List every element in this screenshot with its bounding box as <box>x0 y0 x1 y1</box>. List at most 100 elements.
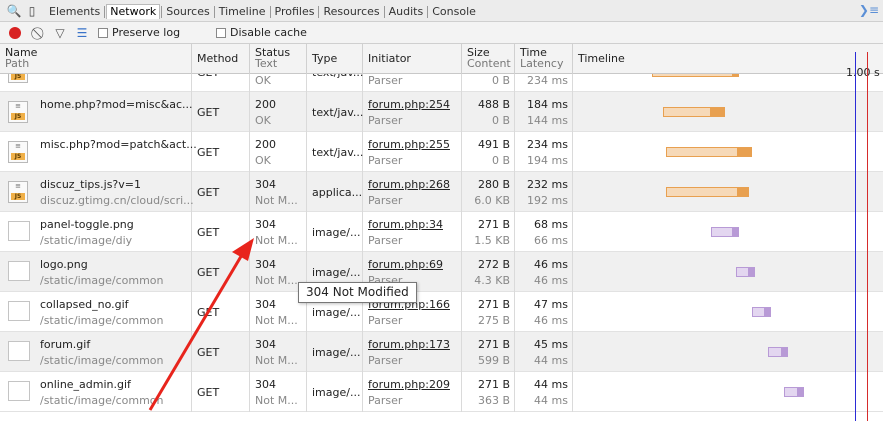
initiator-link[interactable]: forum.php:255 <box>368 138 450 151</box>
record-icon[interactable] <box>9 27 21 39</box>
timeline-waiting-bar[interactable] <box>735 267 750 277</box>
tab-audits[interactable]: Audits <box>386 5 427 19</box>
initiator-link[interactable]: forum.php:268 <box>368 178 450 191</box>
latency-time: 44 ms <box>534 394 568 407</box>
mime-type: image/... <box>312 226 361 239</box>
timeline-waiting-bar[interactable] <box>784 387 798 397</box>
table-row[interactable]: ≡ JS misc.php?mod=patch&act... GET 200 OK text… <box>0 132 883 172</box>
column-time[interactable]: Time Latency <box>515 44 573 74</box>
timeline-waiting-bar[interactable] <box>768 347 782 357</box>
table-row[interactable]: forum.gif/static/image/common GET 304 Not M… <box>0 332 883 372</box>
drawer-icon[interactable]: ❯≡ <box>859 3 879 17</box>
column-initiator[interactable]: Initiator <box>363 44 462 74</box>
js-file-icon: ≡JS <box>8 181 28 203</box>
tab-timeline[interactable]: Timeline <box>216 5 269 19</box>
content-size: 6.0 KB <box>474 194 510 207</box>
content-size: 0 B <box>491 114 510 127</box>
request-path: /static/image/diy <box>40 234 133 247</box>
cell-initiator: forum.php:254 Parser <box>363 92 462 132</box>
transfer-size: 272 B <box>477 258 510 271</box>
cell-time: 47 ms 46 ms <box>515 292 573 332</box>
tab-console[interactable]: Console <box>429 5 479 19</box>
column-method-label: Method <box>197 52 239 65</box>
tab-separator <box>104 6 106 18</box>
cell-size: 491 B 0 B <box>462 132 515 172</box>
request-name[interactable]: collapsed_no.gif <box>40 298 129 311</box>
content-size: 599 B <box>477 354 510 367</box>
timeline-receiving-bar[interactable] <box>733 227 739 237</box>
column-method[interactable]: Method <box>192 44 250 74</box>
timeline-receiving-bar[interactable] <box>765 307 772 317</box>
column-size[interactable]: Size Content <box>462 44 515 74</box>
tab-resources[interactable]: Resources <box>320 5 382 19</box>
content-size: 0 B <box>491 154 510 167</box>
latency-time: 44 ms <box>534 354 568 367</box>
table-row[interactable]: collapsed_no.gif/static/image/common GET 3… <box>0 292 883 332</box>
tab-elements[interactable]: Elements <box>46 5 103 19</box>
initiator-type: Parser <box>368 314 403 327</box>
request-name[interactable]: panel-toggle.png <box>40 218 134 231</box>
timeline-waiting-bar[interactable] <box>662 107 712 117</box>
table-row[interactable]: ≡ JS home.php?mod=misc&ac... GET 200 OK text/j… <box>0 92 883 132</box>
initiator-link[interactable]: forum.php:209 <box>368 378 450 391</box>
timeline-waiting-bar[interactable] <box>711 227 733 237</box>
timeline-waiting-bar[interactable] <box>751 307 766 317</box>
request-name[interactable]: logo.png <box>40 258 88 271</box>
request-name[interactable]: misc.php?mod=patch&act... <box>40 138 197 151</box>
request-method: GET <box>197 186 220 199</box>
timeline-receiving-bar[interactable] <box>797 387 804 397</box>
timeline-waiting-bar[interactable] <box>665 147 739 157</box>
column-text-label: Text <box>255 57 278 70</box>
initiator-link[interactable]: forum.php:69 <box>368 258 443 271</box>
request-name[interactable]: online_admin.gif <box>40 378 131 391</box>
timeline-receiving-bar[interactable] <box>738 187 750 197</box>
initiator-link[interactable]: forum.php:34 <box>368 218 443 231</box>
table-row[interactable]: logo.png/static/image/common GET 304 Not M.… <box>0 252 883 292</box>
cell-initiator: forum.php:209 Parser <box>363 372 462 412</box>
tab-profiles[interactable]: Profiles <box>272 5 318 19</box>
cell-time: 68 ms 66 ms <box>515 212 573 252</box>
cell-status: 200 OK <box>250 92 307 132</box>
timeline-receiving-bar[interactable] <box>749 267 756 277</box>
timeline-waiting-bar[interactable] <box>665 187 739 197</box>
filter-icon[interactable]: ▽ <box>52 25 68 41</box>
request-method: GET <box>197 106 220 119</box>
tab-sources[interactable]: Sources <box>163 5 213 19</box>
request-table-header: Name Path Method Status Text Type Initia… <box>0 44 883 74</box>
clear-icon[interactable]: ⃠ <box>32 25 48 41</box>
transfer-size: 271 B <box>477 378 510 391</box>
timeline-receiving-bar[interactable] <box>738 147 752 157</box>
disable-cache-label: Disable cache <box>230 26 307 39</box>
table-row[interactable]: online_admin.gif/static/image/common GET 3… <box>0 372 883 412</box>
table-row[interactable]: panel-toggle.png/static/image/diy GET 304 N… <box>0 212 883 252</box>
total-time: 232 ms <box>527 178 568 191</box>
preserve-log-checkbox[interactable] <box>98 28 108 38</box>
cell-time: 184 ms 144 ms <box>515 92 573 132</box>
cell-timeline <box>573 372 883 412</box>
transfer-size: 271 B <box>477 298 510 311</box>
request-name[interactable]: home.php?mod=misc&ac... <box>40 98 193 111</box>
column-type[interactable]: Type <box>307 44 363 74</box>
column-timeline[interactable]: Timeline <box>573 44 883 74</box>
list-view-icon[interactable]: ☰ <box>74 25 90 41</box>
disable-cache-checkbox[interactable] <box>216 28 226 38</box>
column-name[interactable]: Name Path <box>0 44 192 74</box>
table-row[interactable]: ≡ JS discuz_tips.js?v=1 discuz.gtimg.cn/clo… <box>0 172 883 212</box>
tab-separator <box>318 6 320 18</box>
mime-type: image/... <box>312 346 361 359</box>
content-size: 4.3 KB <box>474 274 510 287</box>
column-status[interactable]: Status Text <box>250 44 307 74</box>
request-name[interactable]: forum.gif <box>40 338 90 351</box>
tab-network[interactable]: Network <box>106 4 161 19</box>
status-text: Not M... <box>255 354 298 367</box>
cell-method: GET <box>192 172 250 212</box>
initiator-link[interactable]: forum.php:173 <box>368 338 450 351</box>
cell-initiator: forum.php:173 Parser <box>363 332 462 372</box>
timeline-receiving-bar[interactable] <box>711 107 725 117</box>
device-icon[interactable]: ▯ <box>24 3 40 19</box>
tab-separator <box>269 6 271 18</box>
timeline-receiving-bar[interactable] <box>781 347 788 357</box>
search-icon[interactable]: 🔍 <box>6 3 22 19</box>
request-name[interactable]: discuz_tips.js?v=1 <box>40 178 141 191</box>
initiator-link[interactable]: forum.php:254 <box>368 98 450 111</box>
